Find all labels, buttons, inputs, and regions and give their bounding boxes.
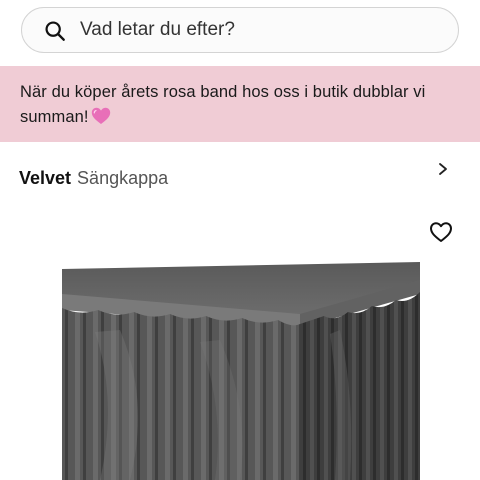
search-input[interactable] (80, 16, 440, 44)
product-type: Sängkappa (77, 168, 169, 188)
pink-heart-icon (91, 107, 110, 124)
product-brand: Velvet (19, 168, 72, 188)
chevron-right-icon[interactable] (436, 161, 450, 177)
product-image (62, 262, 420, 480)
search-icon (45, 21, 65, 41)
promo-banner[interactable]: När du köper årets rosa band hos oss i b… (0, 66, 480, 175)
promo-banner-text: När du köper årets rosa band hos oss i b… (20, 80, 430, 130)
heart-outline-icon[interactable] (429, 221, 453, 243)
promo-banner-message: När du köper årets rosa band hos oss i b… (20, 83, 426, 126)
product-title: Velvet Sängkappa (19, 166, 168, 190)
search-bar[interactable] (21, 7, 459, 53)
